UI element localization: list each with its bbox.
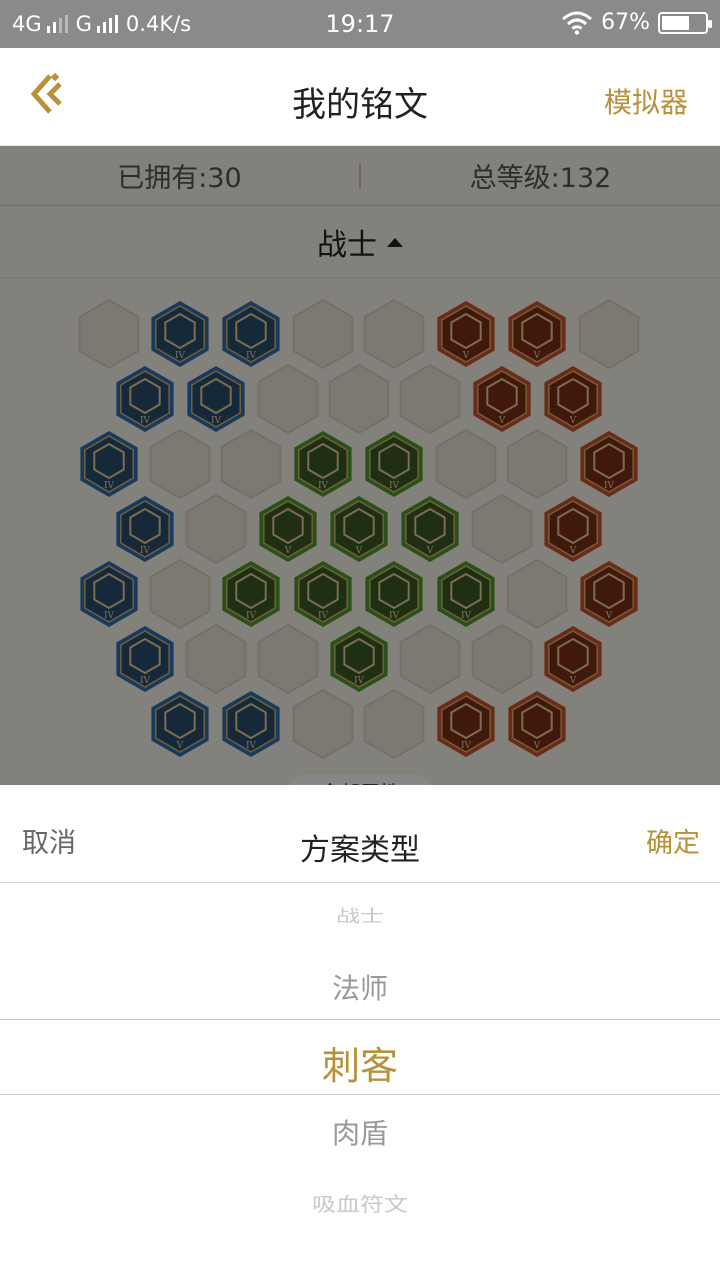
status-bar: 4G G 0.4K/s 19:17 67% — [0, 0, 720, 48]
wifi-icon — [562, 11, 593, 35]
simulator-button[interactable]: 模拟器 — [604, 81, 688, 121]
battery-icon — [658, 11, 712, 34]
picker-option[interactable]: 法师 — [0, 967, 720, 1007]
picker-option[interactable]: 战士 — [0, 902, 720, 927]
picker-option[interactable]: 肉盾 — [0, 1112, 720, 1152]
sheet-toolbar: 取消 方案类型 确定 — [0, 785, 720, 883]
selection-line-bottom — [0, 1094, 720, 1095]
confirm-button[interactable]: 确定 — [646, 821, 700, 860]
picker-option-selected[interactable]: 刺客 — [0, 1035, 720, 1090]
plan-type-picker-sheet: 取消 方案类型 确定 战士 法师 刺客 肉盾 吸血符文 — [0, 785, 720, 1280]
picker-option[interactable]: 吸血符文 — [0, 1189, 720, 1217]
battery-percent: 67% — [601, 10, 650, 35]
nav-header: 我的铭文 模拟器 — [0, 48, 720, 146]
plan-type-wheel[interactable]: 战士 法师 刺客 肉盾 吸血符文 — [0, 883, 720, 1280]
sheet-title: 方案类型 — [300, 833, 420, 868]
selection-line-top — [0, 1019, 720, 1020]
